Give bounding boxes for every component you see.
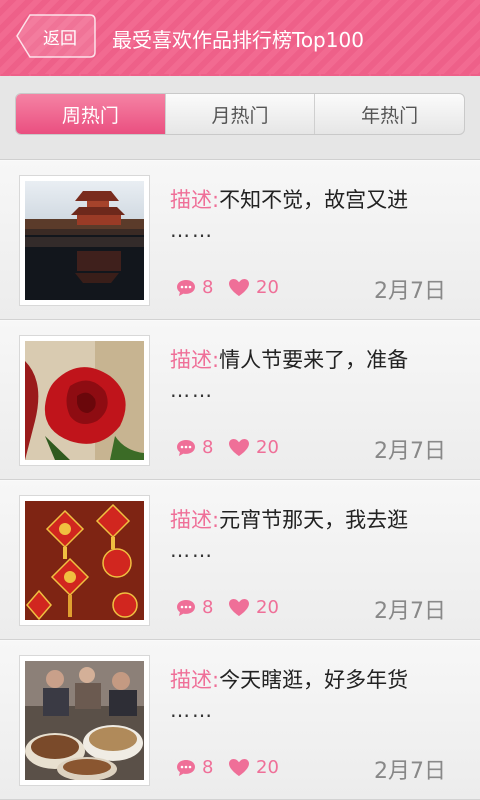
tab-yearly[interactable]: 年热门	[314, 94, 464, 134]
list-item[interactable]: 描述:今天瞎逛，好多年货 …… 8 20 2月7日	[0, 640, 480, 800]
description-ellipsis: ……	[170, 698, 214, 722]
description-text: 元宵节那天，我去逛	[219, 508, 409, 532]
description-ellipsis: ……	[170, 538, 214, 562]
tab-monthly[interactable]: 月热门	[164, 94, 315, 134]
back-button[interactable]: 返回	[16, 14, 96, 58]
comment-icon	[177, 279, 195, 296]
like-count[interactable]: 20	[228, 277, 279, 298]
item-description: 描述:不知不觉，故宫又进 ……	[170, 185, 460, 245]
description-ellipsis: ……	[170, 218, 214, 242]
like-count-value: 20	[256, 597, 279, 618]
tab-weekly[interactable]: 周热门	[16, 94, 165, 134]
item-description: 描述:情人节要来了，准备 ……	[170, 345, 460, 405]
item-meta: 8 20 2月7日	[176, 273, 446, 304]
comment-count[interactable]: 8	[176, 437, 213, 458]
like-count[interactable]: 20	[228, 757, 279, 778]
red-rose-photo[interactable]	[19, 335, 150, 466]
description-text: 不知不觉，故宫又进	[219, 188, 409, 212]
post-date: 2月7日	[374, 439, 446, 464]
market-goods-photo[interactable]	[19, 655, 150, 786]
heart-icon	[229, 439, 249, 456]
item-meta: 8 20 2月7日	[176, 753, 446, 784]
tab-area: 周热门 月热门 年热门	[0, 76, 480, 160]
comment-count-value: 8	[202, 437, 214, 458]
comment-icon	[177, 759, 195, 776]
heart-icon	[229, 759, 249, 776]
like-count[interactable]: 20	[228, 597, 279, 618]
list-item[interactable]: 描述:元宵节那天，我去逛 …… 8 20 2月7日	[0, 480, 480, 640]
description-label: 描述:	[170, 508, 220, 532]
like-count[interactable]: 20	[228, 437, 279, 458]
description-text: 情人节要来了，准备	[219, 348, 409, 372]
comment-icon	[177, 599, 195, 616]
forbidden-city-photo[interactable]	[19, 175, 150, 306]
item-meta: 8 20 2月7日	[176, 433, 446, 464]
like-count-value: 20	[256, 437, 279, 458]
heart-icon	[229, 599, 249, 616]
ranking-list: 描述:不知不觉，故宫又进 …… 8 20 2月7日 描述:情人节要来了，准备 ……	[0, 160, 480, 800]
description-label: 描述:	[170, 668, 220, 692]
back-button-label: 返回	[43, 28, 77, 49]
like-count-value: 20	[256, 757, 279, 778]
period-tabs: 周热门 月热门 年热门	[15, 93, 465, 135]
heart-icon	[229, 279, 249, 296]
item-meta: 8 20 2月7日	[176, 593, 446, 624]
description-text: 今天瞎逛，好多年货	[219, 668, 409, 692]
post-date: 2月7日	[374, 599, 446, 624]
like-count-value: 20	[256, 277, 279, 298]
comment-count[interactable]: 8	[176, 277, 213, 298]
page-title: 最受喜欢作品排行榜Top100	[112, 28, 364, 52]
comment-count-value: 8	[202, 597, 214, 618]
post-date: 2月7日	[374, 759, 446, 784]
description-label: 描述:	[170, 348, 220, 372]
description-label: 描述:	[170, 188, 220, 212]
list-item[interactable]: 描述:不知不觉，故宫又进 …… 8 20 2月7日	[0, 160, 480, 320]
item-description: 描述:元宵节那天，我去逛 ……	[170, 505, 460, 565]
top-bar: 返回 最受喜欢作品排行榜Top100	[0, 0, 480, 82]
lantern-festival-photo[interactable]	[19, 495, 150, 626]
comment-count[interactable]: 8	[176, 757, 213, 778]
comment-count[interactable]: 8	[176, 597, 213, 618]
list-item[interactable]: 描述:情人节要来了，准备 …… 8 20 2月7日	[0, 320, 480, 480]
item-description: 描述:今天瞎逛，好多年货 ……	[170, 665, 460, 725]
comment-icon	[177, 439, 195, 456]
comment-count-value: 8	[202, 757, 214, 778]
comment-count-value: 8	[202, 277, 214, 298]
post-date: 2月7日	[374, 279, 446, 304]
description-ellipsis: ……	[170, 378, 214, 402]
